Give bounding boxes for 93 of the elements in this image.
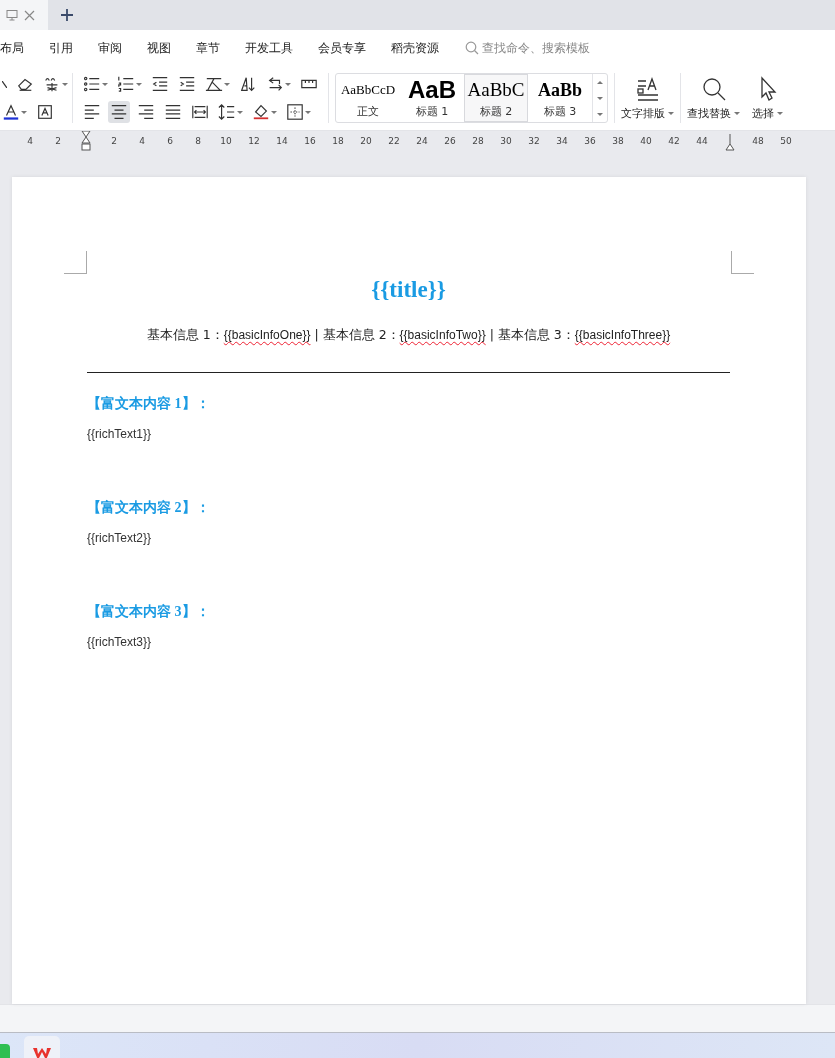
ruler-number: 26 <box>444 136 456 146</box>
ruler-number: 12 <box>248 136 260 146</box>
section-body: {{richText2}} <box>87 531 153 545</box>
menu-tab[interactable]: 视图 <box>134 39 183 57</box>
ruler-number: 18 <box>332 136 344 146</box>
ruler-number: 20 <box>360 136 372 146</box>
ruler-number: 8 <box>195 136 201 146</box>
section-body: {{richText3}} <box>87 635 153 649</box>
ruler-number: 48 <box>752 136 764 146</box>
ruler-number: 6 <box>167 136 173 146</box>
ruler-number: 14 <box>276 136 288 146</box>
ruler-number: 2 <box>55 136 61 146</box>
ruler-number: 34 <box>556 136 568 146</box>
caret-icon <box>305 110 311 114</box>
style-preset[interactable]: AaB 标题 1 <box>400 74 464 122</box>
ruler-number: 2 <box>111 136 117 146</box>
search-field[interactable]: 查找命令、搜索模板 <box>465 39 590 57</box>
search-icon <box>465 41 479 55</box>
toolbar-button[interactable]: 选择 <box>746 75 789 121</box>
ruler-number: 50 <box>780 136 792 146</box>
toolbar-button[interactable] <box>0 78 9 90</box>
ruler-number: 24 <box>416 136 428 146</box>
distribute-icon <box>191 103 209 121</box>
ruler-number: 16 <box>304 136 316 146</box>
shading-icon <box>252 103 270 121</box>
new-tab-button[interactable] <box>60 8 74 22</box>
section-heading: 【富文本内容 1】： <box>87 395 211 413</box>
caret-icon <box>62 82 68 86</box>
ruler-number: 38 <box>612 136 624 146</box>
align-center-icon <box>110 103 128 121</box>
menu-tab[interactable]: 引用 <box>36 39 85 57</box>
section-heading: 【富文本内容 3】： <box>87 603 211 621</box>
align-left-icon <box>83 103 101 121</box>
ruler-number: 32 <box>528 136 540 146</box>
toolbar-button[interactable] <box>108 101 130 123</box>
menu-tab[interactable]: 稻壳资源 <box>378 39 451 57</box>
style-preset[interactable]: AaBbCcD 正文 <box>336 74 400 122</box>
monitor-icon <box>6 9 18 21</box>
ruler-number: 28 <box>472 136 484 146</box>
borders-icon <box>286 103 304 121</box>
section-heading: 【富文本内容 2】： <box>87 499 211 517</box>
align-right-icon <box>137 103 155 121</box>
character-border-icon <box>36 103 54 121</box>
menu-tab[interactable]: 开发工具 <box>232 39 305 57</box>
menu-tab[interactable]: 会员专享 <box>305 39 378 57</box>
caret-icon <box>21 110 27 114</box>
text-layout-icon <box>634 75 661 102</box>
style-preset[interactable]: AaBb 标题 3 <box>528 74 592 122</box>
info-line: 基本信息 1：{{basicInfoOne}} | 基本信息 2：{{basicInfoTwo}} | 基本信息 3：{{basicInfoThree}} <box>145 327 672 344</box>
ruler-number: 36 <box>584 136 596 146</box>
sort-icon <box>239 75 257 93</box>
ruler-number: 44 <box>696 136 708 146</box>
menu-tab[interactable]: 章节 <box>183 39 232 57</box>
caret-icon <box>224 82 230 86</box>
text-layout-icon <box>205 75 223 93</box>
outdent-icon <box>151 75 169 93</box>
caret-icon <box>271 110 277 114</box>
indent-icon <box>178 75 196 93</box>
tool-icon <box>2 80 7 88</box>
ruler-number: 42 <box>668 136 680 146</box>
document-title: {{title}} <box>370 276 447 303</box>
toolbar-button[interactable] <box>216 101 245 123</box>
font-color-icon <box>2 103 20 121</box>
search-icon <box>700 75 727 102</box>
indent-marker-icon[interactable] <box>81 131 91 151</box>
ruler-number: 30 <box>500 136 512 146</box>
style-preset[interactable]: AaBbC 标题 2 <box>464 74 528 122</box>
ruler-number: 10 <box>220 136 232 146</box>
menu-tab[interactable]: 审阅 <box>85 39 134 57</box>
app-icon[interactable] <box>24 1036 60 1058</box>
line-spacing-icon <box>218 103 236 121</box>
ruler-number: 40 <box>640 136 652 146</box>
ruler-number: 4 <box>139 136 145 146</box>
numbered-list-icon <box>117 75 135 93</box>
justify-icon <box>164 103 182 121</box>
toolbar-button[interactable]: 查找替换 <box>681 75 746 121</box>
line-break-icon <box>266 75 284 93</box>
ruler-number: 22 <box>388 136 400 146</box>
indent-marker-icon[interactable] <box>725 131 735 151</box>
bullet-list-icon <box>83 75 101 93</box>
section-body: {{richText1}} <box>87 427 153 441</box>
toolbar-button[interactable]: 文字排版 <box>615 75 680 121</box>
document-tab[interactable] <box>0 0 48 30</box>
toolbar-button[interactable] <box>284 101 313 123</box>
caret-icon <box>237 110 243 114</box>
menu-tab[interactable]: 布局 <box>0 39 36 57</box>
caret-icon <box>136 82 142 86</box>
margin-corner-mark <box>731 251 754 274</box>
margin-corner-mark <box>64 251 87 274</box>
caret-icon <box>285 82 291 86</box>
caret-icon <box>102 82 108 86</box>
close-icon[interactable] <box>24 9 35 21</box>
ruler-number: 4 <box>27 136 33 146</box>
